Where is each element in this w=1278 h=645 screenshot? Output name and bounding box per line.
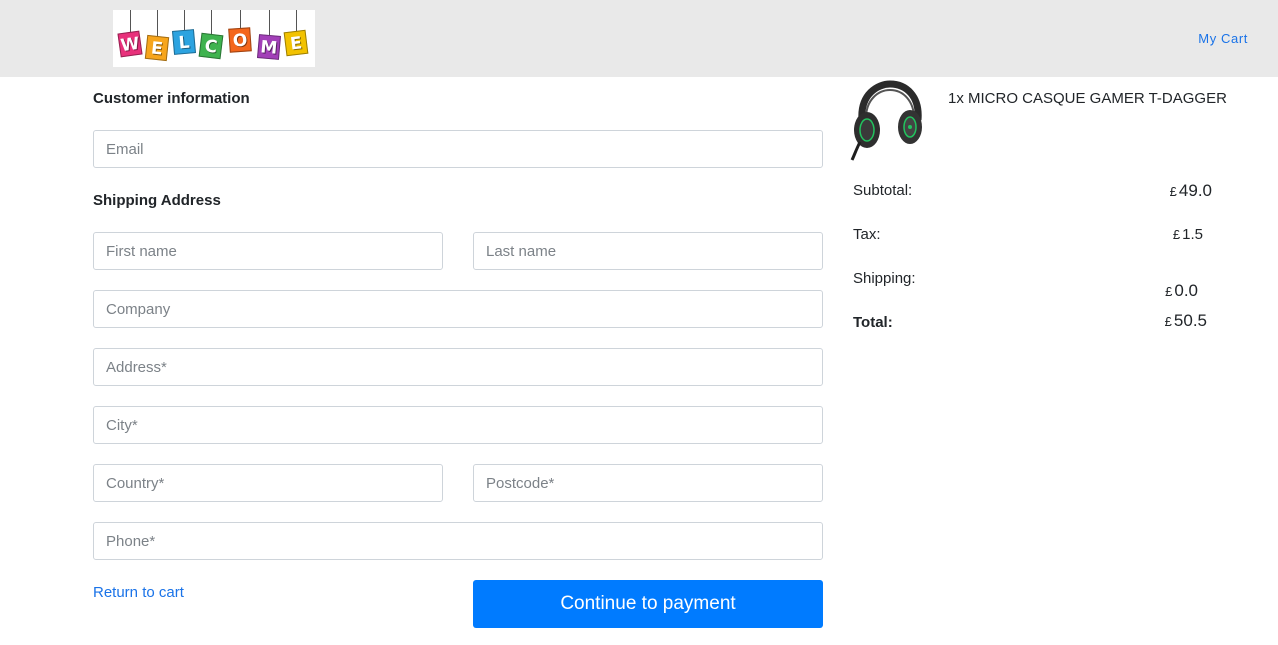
logo-letter-tile: E bbox=[283, 29, 309, 57]
logo-string bbox=[269, 10, 270, 35]
logo-letter-tile: E bbox=[144, 34, 170, 62]
first-name-input[interactable] bbox=[93, 232, 443, 270]
currency-symbol: £ bbox=[1165, 284, 1173, 299]
logo-letter-tile: O bbox=[228, 27, 252, 53]
city-input[interactable] bbox=[93, 406, 823, 444]
customer-info-heading: Customer information bbox=[93, 90, 250, 107]
currency-symbol: £ bbox=[1169, 184, 1177, 199]
logo-letter-tile: W bbox=[117, 30, 143, 58]
logo-letter-tile: C bbox=[198, 32, 224, 60]
currency-symbol: £ bbox=[1164, 314, 1172, 329]
total-amount: 50.5 bbox=[1173, 311, 1207, 330]
headset-product-image bbox=[850, 80, 922, 161]
tax-label: Tax: bbox=[853, 226, 881, 243]
postcode-input[interactable] bbox=[473, 464, 823, 502]
last-name-input[interactable] bbox=[473, 232, 823, 270]
shipping-value: £0.0 bbox=[1165, 281, 1198, 301]
return-to-cart-link[interactable]: Return to cart bbox=[93, 584, 184, 601]
company-input[interactable] bbox=[93, 290, 823, 328]
subtotal-amount: 49.0 bbox=[1178, 181, 1212, 200]
logo-letter-tile: M bbox=[256, 34, 282, 60]
logo-string bbox=[211, 10, 212, 34]
continue-to-payment-button[interactable]: Continue to payment bbox=[473, 580, 823, 628]
tax-value: £1.5 bbox=[1173, 226, 1203, 243]
logo-string bbox=[130, 10, 131, 32]
logo-string bbox=[240, 10, 241, 28]
total-value: £50.5 bbox=[1165, 311, 1207, 331]
shipping-amount: 0.0 bbox=[1174, 281, 1198, 300]
my-cart-link[interactable]: My Cart bbox=[1198, 31, 1248, 46]
logo-string bbox=[157, 10, 158, 36]
top-navbar: WELCOME My Cart bbox=[0, 0, 1278, 77]
phone-input[interactable] bbox=[93, 522, 823, 560]
cart-item-name: 1x MICRO CASQUE GAMER T-DAGGER bbox=[948, 90, 1227, 107]
subtotal-value: £49.0 bbox=[1170, 181, 1212, 201]
logo-string bbox=[296, 10, 297, 31]
address-input[interactable] bbox=[93, 348, 823, 386]
country-input[interactable] bbox=[93, 464, 443, 502]
logo-string bbox=[184, 10, 185, 30]
email-input[interactable] bbox=[93, 130, 823, 168]
tax-amount: 1.5 bbox=[1182, 226, 1203, 243]
shipping-address-heading: Shipping Address bbox=[93, 192, 221, 209]
welcome-logo[interactable]: WELCOME bbox=[113, 10, 315, 67]
shipping-label: Shipping: bbox=[853, 270, 916, 287]
total-label: Total: bbox=[853, 314, 893, 331]
subtotal-label: Subtotal: bbox=[853, 182, 913, 199]
logo-letter-tile: L bbox=[171, 29, 197, 55]
currency-symbol: £ bbox=[1172, 227, 1181, 242]
